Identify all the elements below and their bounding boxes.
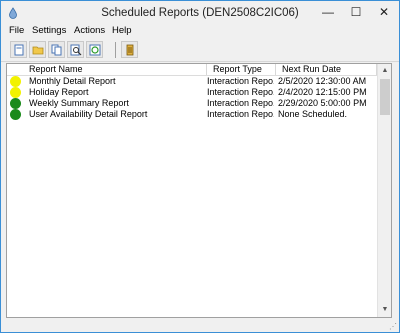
resize-grip-icon[interactable]: ⋰ [389,322,397,331]
maximize-button[interactable]: ☐ [342,1,370,23]
close-button[interactable]: ✕ [370,1,398,23]
next-run-date: 2/5/2020 12:30:00 AM [278,76,367,86]
scroll-up-icon[interactable]: ▲ [378,64,391,78]
column-config-icon [126,44,134,56]
menu-settings[interactable]: Settings [30,25,68,36]
report-list[interactable]: Report Name Report Type Next Run Date Mo… [6,63,392,318]
status-green-icon [10,109,21,120]
column-header-report-type[interactable]: Report Type [207,64,276,75]
menu-file[interactable]: File [7,25,26,36]
vertical-scrollbar[interactable]: ▲ ▼ [377,64,391,317]
next-run-date: 2/29/2020 5:00:00 PM [278,98,367,108]
report-name: User Availability Detail Report [29,109,148,119]
new-report-button[interactable] [10,41,27,58]
table-row[interactable]: User Availability Detail Report Interact… [7,109,377,120]
find-icon [70,44,82,56]
next-run-date: 2/4/2020 12:15:00 PM [278,87,367,97]
next-run-date: None Scheduled. [278,109,348,119]
open-folder-icon [32,46,44,55]
column-config-button[interactable] [121,41,138,58]
report-type: Interaction Repo... [207,98,274,108]
report-type: Interaction Repo... [207,87,274,97]
report-name: Holiday Report [29,87,89,97]
list-header: Report Name Report Type Next Run Date [7,64,377,76]
minimize-button[interactable]: — [314,1,342,23]
open-button[interactable] [29,41,46,58]
status-yellow-icon [10,76,21,87]
new-report-icon [14,44,24,56]
report-name: Weekly Summary Report [29,98,129,108]
column-header-report-name[interactable]: Report Name [7,64,207,75]
refresh-icon [89,44,101,56]
scroll-thumb[interactable] [380,79,390,115]
copy-button[interactable] [48,41,65,58]
status-yellow-icon [10,87,21,98]
scroll-down-icon[interactable]: ▼ [378,303,391,317]
report-name: Monthly Detail Report [29,76,116,86]
status-green-icon [10,98,21,109]
menu-bar: File Settings Actions Help [1,24,399,40]
menu-help[interactable]: Help [110,25,134,36]
table-row[interactable]: Holiday Report Interaction Repo... 2/4/2… [7,87,377,98]
report-type: Interaction Repo... [207,109,274,119]
menu-actions[interactable]: Actions [72,25,107,36]
main-window: Scheduled Reports (DEN2508C2IC06) — ☐ ✕ … [0,0,400,333]
find-button[interactable] [67,41,84,58]
refresh-button[interactable] [86,41,103,58]
copy-icon [51,44,62,56]
status-bar: ⋰ [1,320,399,332]
table-row[interactable]: Monthly Detail Report Interaction Repo..… [7,76,377,87]
report-type: Interaction Repo... [207,76,274,86]
toolbar-separator [115,42,116,58]
toolbar [1,40,399,62]
column-header-next-run-date[interactable]: Next Run Date [276,64,377,75]
table-row[interactable]: Weekly Summary Report Interaction Repo..… [7,98,377,109]
